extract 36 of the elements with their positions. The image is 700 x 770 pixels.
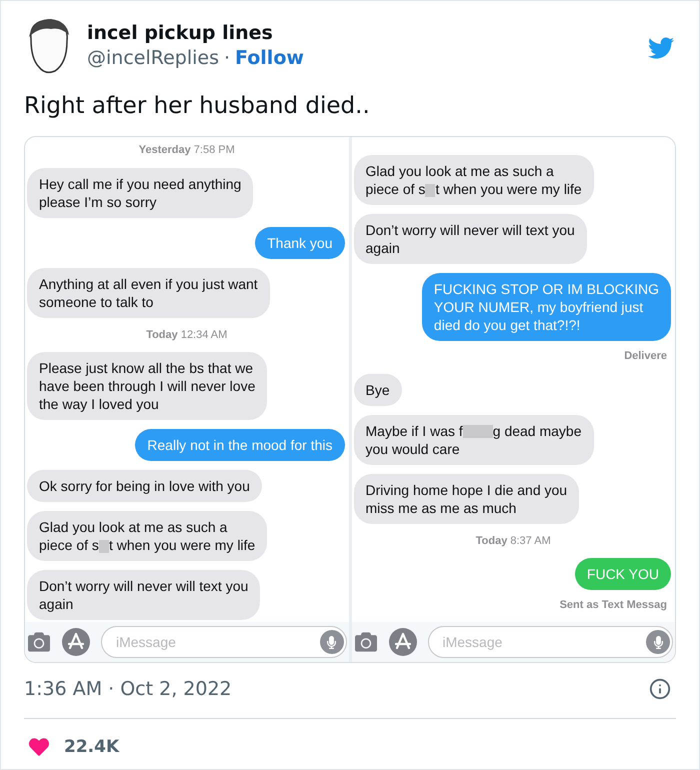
received-message: Driving home hope I die and you miss me as me as much [354,474,580,524]
camera-icon[interactable] [27,631,51,653]
tweet-text: Right after her husband died.. [24,92,371,121]
tweet-timestamp[interactable]: 1:36 AM · Oct 2, 2022 [24,675,232,704]
sent-message: FUCK YOU [574,558,671,590]
message-field[interactable]: iMessage [428,626,673,658]
like-count: 22.4K [64,736,120,758]
twitter-bird-icon[interactable] [646,35,676,61]
sent-message: Thank you [255,226,344,258]
received-message: Anything at all even if you just want someone to talk to [27,268,270,318]
author-handle[interactable]: @incelReplies [87,45,219,71]
received-message: Maybe if I was f g dead maybe you would care [354,414,594,464]
received-message: Please just know all the bs that we have been through I will never love the way I loved you [27,352,268,420]
app-store-icon[interactable] [388,627,418,657]
received-message: Bye [354,374,402,406]
info-icon[interactable] [649,678,671,700]
received-message: Don’t worry will never will text you again [27,570,260,620]
received-message: Ok sorry for being in love with you [27,470,262,502]
separator: · [224,46,230,71]
heart-icon[interactable] [28,737,50,758]
message-field[interactable]: iMessage [101,626,346,658]
timestamp: Today 8:37 AM [476,534,551,548]
received-message: Hey call me if you need anything please I’m so sorry [27,168,254,218]
timestamp: Today 12:34 AM [146,328,228,342]
received-message: Don’t worry will never will text you again [354,214,587,264]
sent-message: Really not in the mood for this [135,429,344,461]
app-store-icon[interactable] [61,627,91,657]
follow-link[interactable]: Follow [235,45,304,71]
delivery-status: Delivere [624,349,667,364]
received-message: Glad you look at me as such a piece of s t when you were my life [27,511,268,561]
author-name[interactable]: incel pickup lines [87,21,304,45]
received-message: Glad you look at me as such a piece of s t when you were my life [354,155,594,205]
delivery-status: Sent as Text Messag [560,598,667,613]
camera-icon[interactable] [354,631,378,653]
timestamp: Yesterday 7:58 PM [138,143,235,158]
sent-message: FUCKING STOP OR IM BLOCKING YOUR NUMER, my boyfriend just died do you get that?!?! [422,273,671,341]
